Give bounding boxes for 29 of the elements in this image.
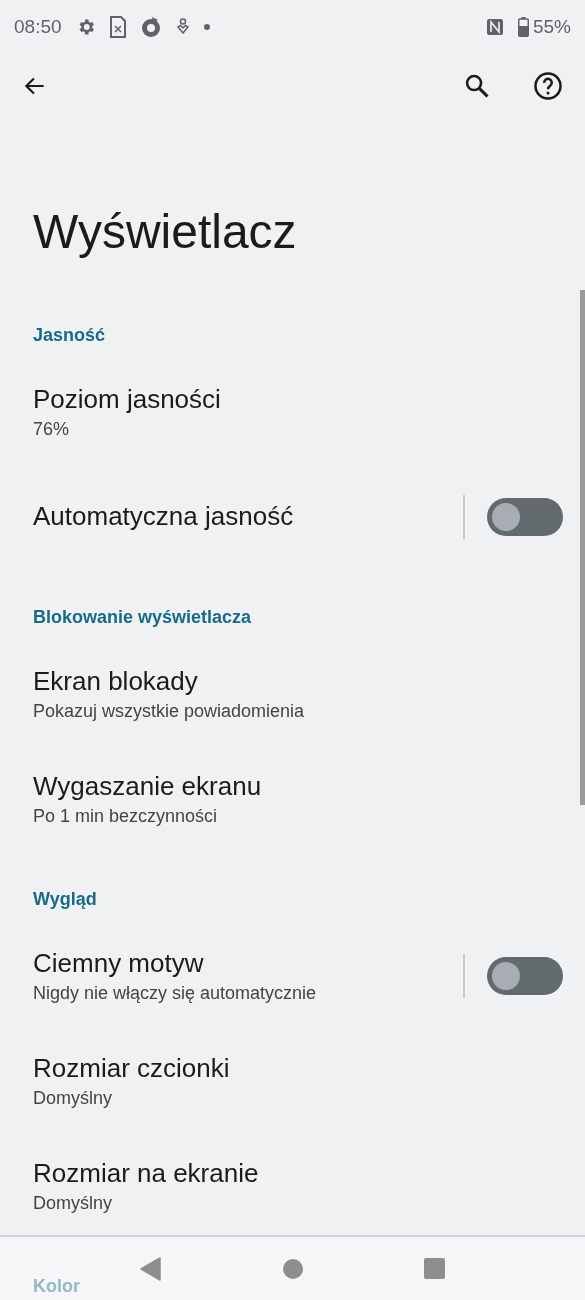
setting-title[interactable]: Poziom jasności xyxy=(33,383,563,415)
section-header: Blokowanie wyświetlacza xyxy=(33,605,252,629)
setting-title[interactable]: Rozmiar na ekranie xyxy=(33,1157,563,1189)
battery-icon xyxy=(517,17,529,37)
dot-icon xyxy=(203,24,210,30)
setting-title[interactable]: Ciemny motyw xyxy=(33,947,463,979)
search-icon[interactable] xyxy=(463,72,491,100)
setting-summary: Domyślny xyxy=(33,1087,113,1109)
status-time: 08:50 xyxy=(14,16,62,38)
page-title: Wyświetlacz xyxy=(33,204,298,259)
setting-title[interactable]: Ekran blokady xyxy=(33,665,563,697)
section-header: Kolor xyxy=(33,1274,80,1298)
toggle-switch[interactable] xyxy=(487,497,563,536)
setting-title[interactable]: Wygaszanie ekranu xyxy=(33,770,563,802)
section-header: Jasność xyxy=(33,323,106,347)
setting-summary: Domyślny xyxy=(33,1192,113,1214)
setting-summary: Nigdy nie włączy się automatycznie xyxy=(33,982,318,1004)
setting-title[interactable]: Automatyczna jasność xyxy=(33,501,463,532)
help-icon[interactable] xyxy=(533,71,563,101)
setting-title[interactable]: Rozmiar czcionki xyxy=(33,1052,563,1084)
toggle-switch[interactable] xyxy=(487,956,563,995)
nfc-icon xyxy=(485,18,504,36)
refresh-icon xyxy=(139,16,162,38)
battery-level: 55% xyxy=(532,16,571,38)
setting-summary: 76% xyxy=(33,418,71,440)
setting-summary: Pokazuj wszystkie powiadomienia xyxy=(33,700,306,722)
sim-card-icon xyxy=(109,16,126,38)
setting-summary: Po 1 min bezczynności xyxy=(33,805,219,827)
section-header: Wygląd xyxy=(33,887,97,911)
